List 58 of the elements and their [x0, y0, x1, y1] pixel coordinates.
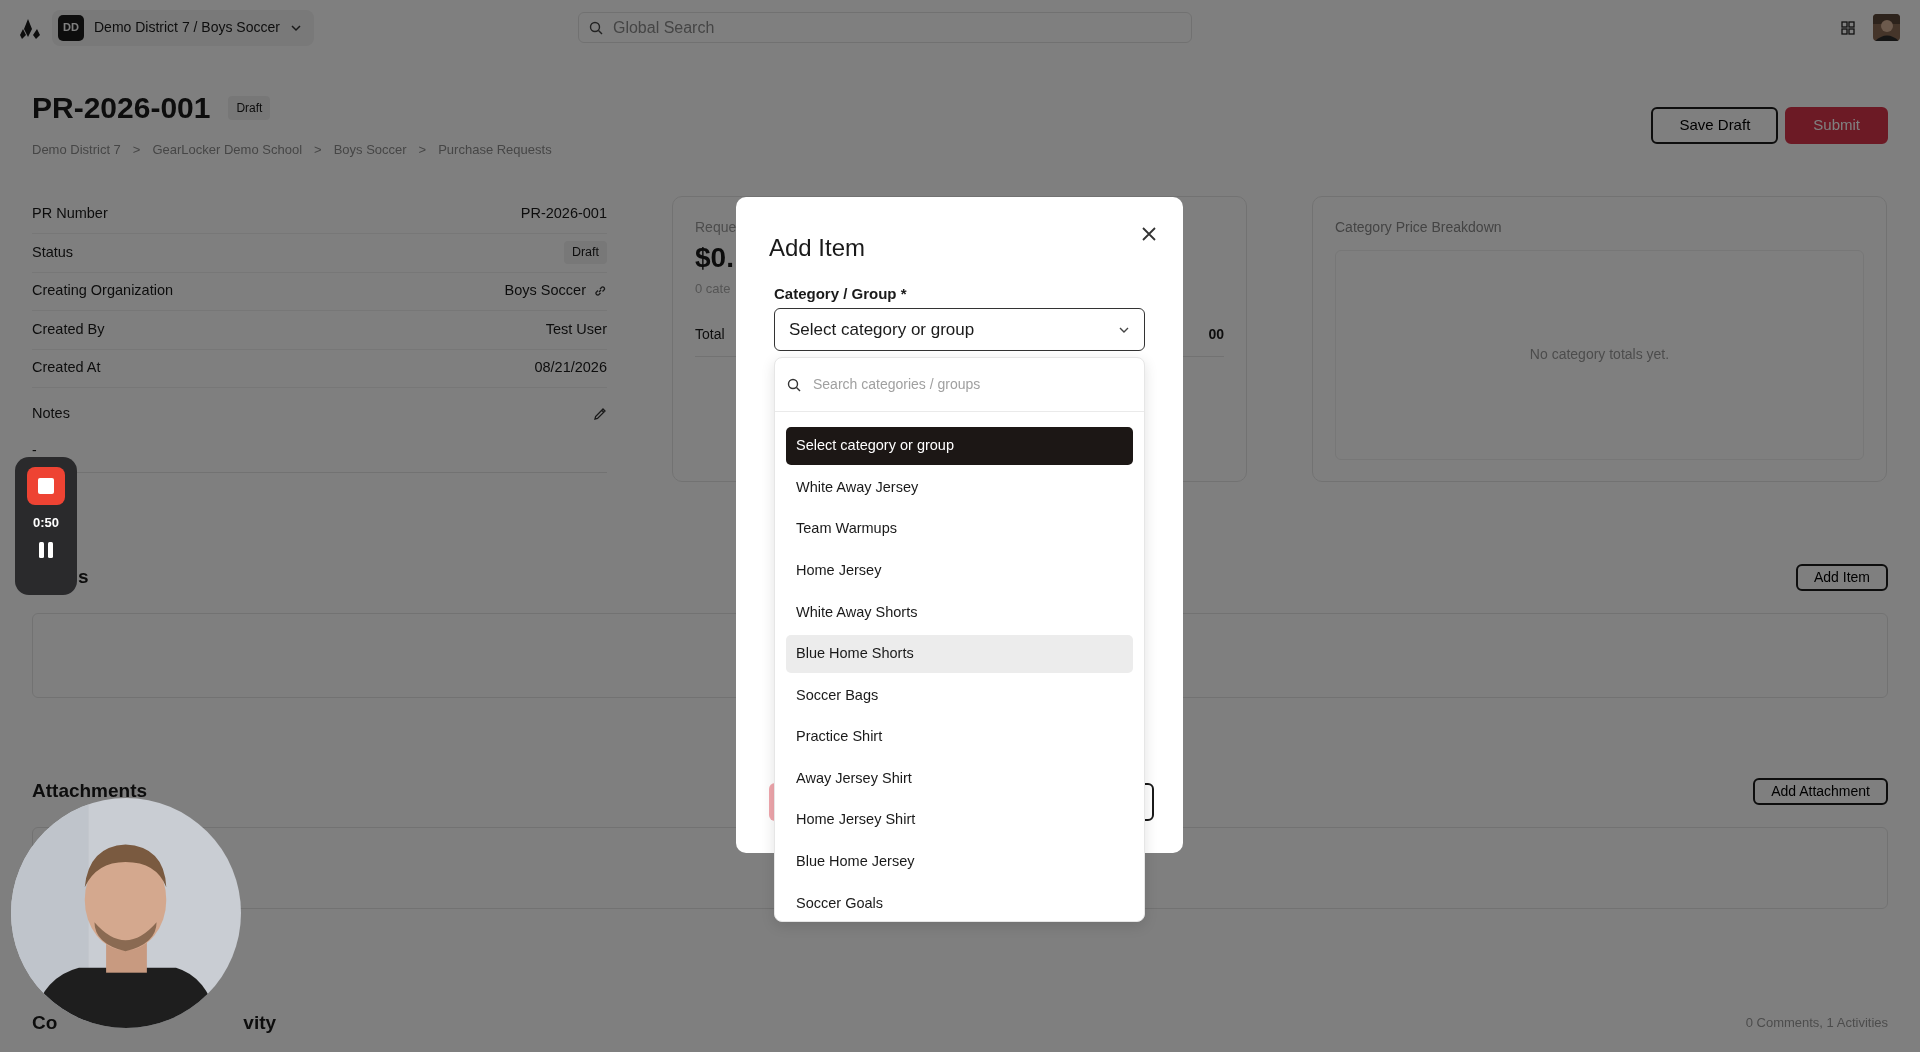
- organization-link[interactable]: Boys Soccer: [504, 280, 586, 303]
- field-label: PR Number: [32, 204, 108, 224]
- search-bar[interactable]: Global Search: [577, 12, 1192, 43]
- add-attachment-button[interactable]: Add Attachment: [1753, 777, 1888, 805]
- status-badge: Draft: [563, 241, 607, 265]
- section-title: s: [78, 565, 89, 589]
- dropdown-option[interactable]: Select category or group: [786, 427, 1133, 465]
- dropdown-option[interactable]: White Away Jersey: [786, 468, 1133, 507]
- field-value: 08/21/2026: [534, 358, 607, 378]
- field-value: PR-2026-001: [520, 204, 607, 224]
- search-icon: [588, 20, 603, 35]
- grid-icon[interactable]: [1841, 20, 1855, 35]
- dropdown-option[interactable]: Home Jersey: [786, 551, 1133, 590]
- notes-value: -: [32, 442, 37, 458]
- total-amount: $0.: [695, 241, 734, 273]
- dropdown-option[interactable]: Soccer Goals: [786, 884, 1133, 921]
- field-label: Status: [32, 242, 74, 262]
- close-icon: [1141, 226, 1157, 243]
- search-icon: [787, 377, 801, 392]
- field-value: Test User: [545, 319, 607, 339]
- dropdown-option[interactable]: Soccer Bags: [786, 676, 1133, 715]
- breadcrumb-separator: >: [314, 141, 322, 159]
- link-icon[interactable]: [593, 284, 607, 299]
- add-item-button[interactable]: Add Item: [1795, 563, 1888, 591]
- page-title: PR-2026-001: [32, 90, 211, 126]
- category-select[interactable]: Select category or group: [774, 308, 1145, 351]
- field-label: Notes: [32, 404, 70, 424]
- field-label: Created At: [32, 358, 101, 378]
- modal-title: Add Item: [769, 233, 867, 263]
- search-field[interactable]: Global Search: [610, 14, 1181, 41]
- breadcrumb-separator: >: [132, 141, 141, 159]
- section-title: Co: [32, 1010, 58, 1035]
- organization-selector[interactable]: DD Demo District 7 / Boys Soccer: [52, 9, 314, 46]
- dropdown-option[interactable]: Practice Shirt: [786, 718, 1133, 757]
- dropdown-option[interactable]: White Away Shorts: [786, 593, 1133, 632]
- section-title: Attachments: [32, 779, 148, 803]
- dropdown-option[interactable]: Away Jersey Shirt: [786, 759, 1133, 798]
- organization-name: Demo District 7 / Boys Soccer: [94, 18, 280, 37]
- stop-button[interactable]: [27, 467, 65, 505]
- card-title: Category Price Breakdown: [1335, 217, 1503, 237]
- dropdown-option[interactable]: Blue Home Jersey: [786, 842, 1133, 881]
- edit-icon[interactable]: [593, 407, 607, 421]
- dropdown-option[interactable]: Home Jersey Shirt: [786, 801, 1133, 840]
- recording-time: 0:50: [33, 514, 59, 532]
- dropdown-option[interactable]: Blue Home Shorts: [786, 634, 1133, 673]
- total-label: Total: [695, 324, 725, 344]
- dropdown-option[interactable]: Team Warmups: [786, 510, 1133, 549]
- field-label: Category / Group *: [774, 285, 908, 303]
- pause-icon[interactable]: [38, 540, 54, 559]
- breadcrumb-separator: >: [418, 141, 427, 159]
- stop-icon: [38, 478, 54, 494]
- field-label: Creating Organization: [32, 281, 174, 301]
- section-title: vity: [243, 1010, 277, 1035]
- field-label: Created By: [32, 319, 105, 339]
- save-draft-button[interactable]: Save Draft: [1651, 107, 1779, 144]
- total-value: 00: [1208, 324, 1224, 344]
- organization-avatar: DD: [58, 14, 84, 41]
- status-badge: Draft: [228, 96, 271, 120]
